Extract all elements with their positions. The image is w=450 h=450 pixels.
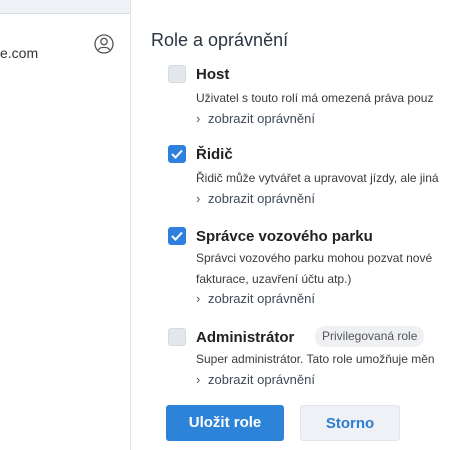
role-description: Řidič může vytvářet a upravovat jízdy, a… — [196, 171, 439, 185]
role-name: Host — [196, 66, 230, 83]
save-roles-button[interactable]: Uložit role — [166, 405, 284, 441]
role-description-line2: fakturace, uzavření účtu atp.) — [196, 272, 352, 286]
checkmark-icon — [171, 149, 183, 159]
cancel-button[interactable]: Storno — [300, 405, 400, 441]
left-selected-item[interactable] — [0, 0, 130, 14]
show-permissions-link[interactable]: › zobrazit oprávnění — [196, 291, 315, 306]
user-email: e.com — [0, 45, 39, 61]
chevron-right-icon: › — [196, 111, 201, 126]
role-name: Administrátor — [196, 329, 295, 346]
section-title: Role a oprávnění — [151, 30, 289, 50]
role-checkbox-administrator[interactable] — [168, 328, 186, 346]
privileged-role-badge: Privilegovaná role — [315, 326, 425, 347]
role-description: Správci vozového parku mohou pozvat nové — [196, 251, 433, 265]
user-circle-icon[interactable] — [94, 34, 114, 54]
show-permissions-link[interactable]: › zobrazit oprávnění — [196, 191, 315, 206]
role-description: Uživatel s touto rolí má omezená práva p… — [196, 91, 434, 105]
chevron-right-icon: › — [196, 372, 201, 387]
role-description: Super administrátor. Tato role umožňuje … — [196, 352, 435, 366]
show-permissions-link[interactable]: › zobrazit oprávnění — [196, 111, 315, 126]
left-pane: e.com — [0, 0, 131, 450]
checkmark-icon — [171, 231, 183, 241]
chevron-right-icon: › — [196, 191, 201, 206]
chevron-right-icon: › — [196, 291, 201, 306]
role-name: Správce vozového parku — [196, 228, 373, 245]
roles-panel: Role a oprávnění Host Uživatel s touto r… — [131, 0, 450, 450]
role-checkbox-fleet-manager[interactable] — [168, 227, 186, 245]
role-checkbox-driver[interactable] — [168, 145, 186, 163]
show-permissions-link[interactable]: › zobrazit oprávnění — [196, 372, 315, 387]
role-checkbox-host[interactable] — [168, 65, 186, 83]
role-name: Řidič — [196, 146, 233, 163]
